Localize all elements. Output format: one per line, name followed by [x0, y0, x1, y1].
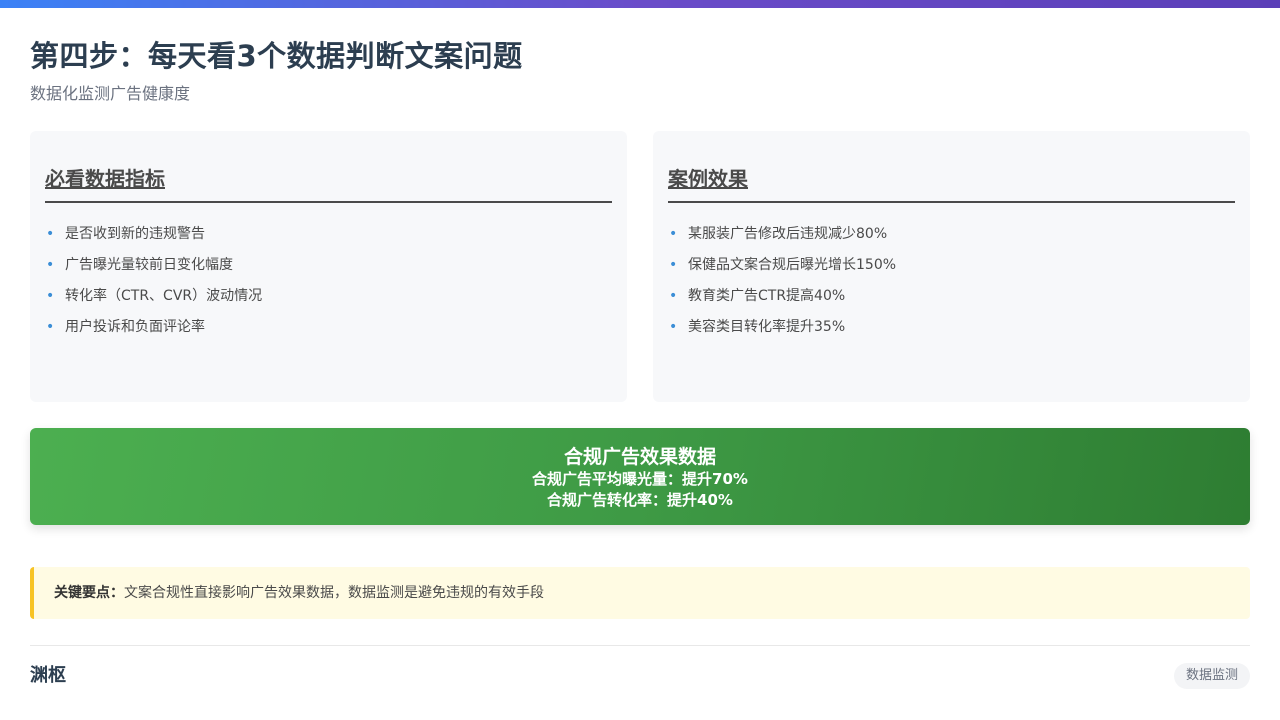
footer-divider — [30, 645, 1250, 646]
footer-tag-badge: 数据监测 — [1173, 663, 1250, 689]
list-item: • 广告曝光量较前日变化幅度 — [45, 250, 612, 281]
top-gradient-bar — [0, 0, 1280, 8]
bullet-icon: • — [669, 226, 678, 242]
key-point-label: 关键要点： — [54, 585, 124, 601]
page-subtitle: 数据化监测广告健康度 — [30, 84, 191, 103]
banner-exposure-line: 合规广告平均曝光量：提升70% — [532, 470, 748, 488]
list-item-text: 保健品文案合规后曝光增长150% — [688, 257, 897, 273]
cases-card: 案例效果 • 某服装广告修改后违规减少80% • 保健品文案合规后曝光增长150% … — [653, 131, 1250, 402]
bullet-icon: • — [46, 288, 55, 304]
list-item: • 用户投诉和负面评论率 — [45, 312, 612, 343]
header: 第四步：每天看3个数据判断文案问题 数据化监测广告健康度 — [30, 38, 1250, 104]
banner-conversion-line: 合规广告转化率：提升40% — [547, 491, 733, 509]
cases-card-title: 案例效果 — [668, 165, 1235, 203]
cards-row: 必看数据指标 • 是否收到新的违规警告 • 广告曝光量较前日变化幅度 • 转化率（CT… — [30, 131, 1250, 402]
page: 第四步：每天看3个数据判断文案问题 数据化监测广告健康度 必看数据指标 • 是否收… — [0, 0, 1280, 720]
list-item: • 美容类目转化率提升35% — [668, 312, 1235, 343]
bullet-icon: • — [46, 226, 55, 242]
list-item: • 转化率（CTR、CVR）波动情况 — [45, 281, 612, 312]
bullet-icon: • — [669, 319, 678, 335]
list-item-text: 广告曝光量较前日变化幅度 — [65, 257, 233, 273]
key-point-callout: 关键要点：文案合规性直接影响广告效果数据，数据监测是避免违规的有效手段 — [30, 567, 1250, 619]
bullet-icon: • — [46, 257, 55, 273]
footer-brand: 渊枢 — [30, 665, 66, 686]
list-item-text: 是否收到新的违规警告 — [65, 226, 205, 242]
cases-list: • 某服装广告修改后违规减少80% • 保健品文案合规后曝光增长150% • 教育类广… — [668, 219, 1235, 343]
metrics-list: • 是否收到新的违规警告 • 广告曝光量较前日变化幅度 • 转化率（CTR、CVR）波… — [45, 219, 612, 343]
compliance-results-banner: 合规广告效果数据 合规广告平均曝光量：提升70% 合规广告转化率：提升40% — [30, 428, 1250, 525]
list-item: • 某服装广告修改后违规减少80% — [668, 219, 1235, 250]
list-item: • 教育类广告CTR提高40% — [668, 281, 1235, 312]
bullet-icon: • — [669, 288, 678, 304]
list-item-text: 美容类目转化率提升35% — [688, 319, 846, 335]
list-item: • 是否收到新的违规警告 — [45, 219, 612, 250]
list-item: • 保健品文案合规后曝光增长150% — [668, 250, 1235, 281]
page-title: 第四步：每天看3个数据判断文案问题 — [30, 39, 523, 73]
list-item-text: 转化率（CTR、CVR）波动情况 — [65, 288, 263, 304]
bullet-icon: • — [46, 319, 55, 335]
list-item-text: 用户投诉和负面评论率 — [65, 319, 205, 335]
banner-title: 合规广告效果数据 — [563, 446, 716, 468]
list-item-text: 某服装广告修改后违规减少80% — [688, 226, 888, 242]
list-item-text: 教育类广告CTR提高40% — [688, 288, 846, 304]
metrics-card-title: 必看数据指标 — [45, 165, 612, 203]
key-point-text: 文案合规性直接影响广告效果数据，数据监测是避免违规的有效手段 — [124, 585, 544, 601]
bullet-icon: • — [669, 257, 678, 273]
metrics-card: 必看数据指标 • 是否收到新的违规警告 • 广告曝光量较前日变化幅度 • 转化率（CT… — [30, 131, 627, 402]
